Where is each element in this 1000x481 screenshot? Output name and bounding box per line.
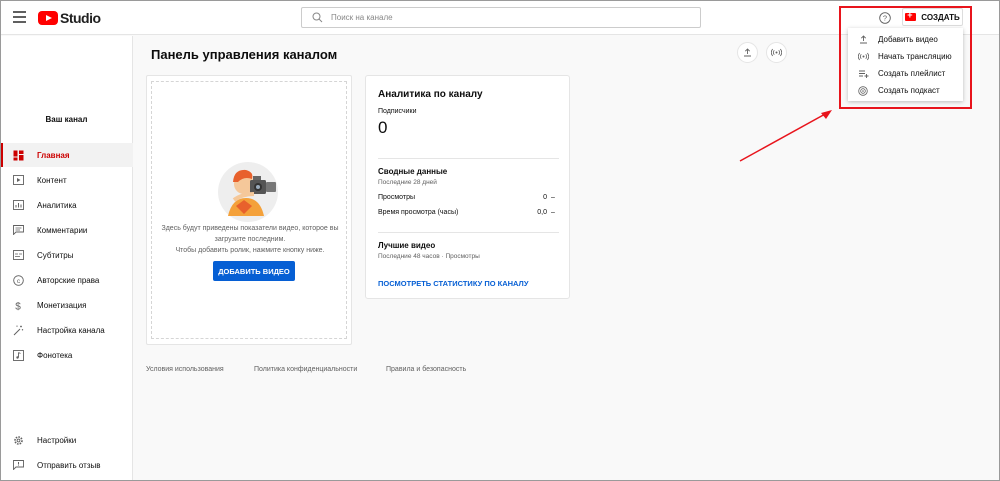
sidebar-item-label: Настройки (37, 435, 77, 445)
subtitles-icon (12, 249, 24, 261)
hamburger-menu-icon[interactable] (13, 11, 26, 23)
upload-card: Здесь будут приведены показатели видео, … (146, 75, 352, 345)
comments-icon (12, 224, 24, 236)
gear-icon (12, 434, 24, 446)
sidebar: Ваш канал Главная Контент Аналитика Комм… (0, 36, 133, 481)
sidebar-item-dashboard[interactable]: Главная (0, 143, 133, 167)
sidebar-item-label: Монетизация (37, 300, 87, 310)
top-videos-title: Лучшие видео (378, 241, 436, 250)
stat-trend: – (551, 194, 555, 201)
footer-terms-link[interactable]: Условия использования (146, 366, 224, 373)
sidebar-item-audio-library[interactable]: Фонотека (0, 343, 133, 367)
dollar-icon: $ (12, 299, 24, 311)
annotation-arrow (739, 110, 832, 162)
view-channel-analytics-link[interactable]: ПОСМОТРЕТЬ СТАТИСТИКУ ПО КАНАЛУ (378, 279, 529, 288)
audio-library-icon (12, 349, 24, 361)
add-video-button[interactable]: ДОБАВИТЬ ВИДЕО (213, 261, 295, 281)
channel-label: Ваш канал (45, 115, 88, 124)
youtube-play-icon (38, 10, 58, 25)
upload-hint-line: Здесь будут приведены показатели видео, … (161, 225, 339, 232)
divider (378, 232, 559, 233)
sidebar-item-label: Аналитика (37, 200, 77, 210)
stat-label: Время просмотра (часы) (378, 209, 459, 216)
sidebar-item-monetization[interactable]: $ Монетизация (0, 293, 133, 317)
sidebar-item-content[interactable]: Контент (0, 168, 133, 192)
upload-hint-text: Здесь будут приведены показатели видео, … (160, 223, 340, 256)
copyright-icon: c (12, 274, 24, 286)
upload-dropzone[interactable]: Здесь будут приведены показатели видео, … (151, 81, 347, 339)
footer-policy-link[interactable]: Правила и безопасность (386, 366, 466, 373)
stat-row-watch-time: Время просмотра (часы) 0,0 – (378, 209, 559, 216)
sidebar-item-label: Субтитры (37, 250, 74, 260)
sidebar-item-settings[interactable]: Настройки (0, 428, 133, 452)
search-input[interactable] (331, 13, 691, 22)
sidebar-item-label: Авторские права (37, 275, 100, 285)
upload-hint-line: Чтобы добавить ролик, нажмите кнопку ниж… (175, 247, 325, 254)
footer-privacy-link[interactable]: Политика конфиденциальности (254, 366, 357, 373)
sidebar-item-label: Главная (37, 150, 70, 160)
summary-title: Сводные данные (378, 167, 448, 176)
analytics-icon (12, 199, 24, 211)
svg-text:$: $ (15, 301, 21, 311)
analytics-title: Аналитика по каналу (378, 89, 483, 100)
upload-video-button[interactable] (737, 42, 758, 63)
sidebar-item-comments[interactable]: Комментарии (0, 218, 133, 242)
magic-wand-icon (12, 324, 24, 336)
search-icon (312, 12, 323, 23)
content-icon (12, 174, 24, 186)
stat-value: 0,0 (537, 209, 547, 216)
page-title: Панель управления каналом (151, 47, 338, 62)
broadcast-icon (771, 48, 782, 57)
upload-hint-line: загрузите последним. (214, 236, 286, 243)
sidebar-item-label: Отправить отзыв (37, 460, 101, 470)
summary-period: Последние 28 дней (378, 179, 437, 186)
subscribers-value: 0 (378, 118, 388, 137)
camera-person-illustration (218, 162, 278, 222)
feedback-icon (12, 459, 24, 471)
stat-trend: – (551, 209, 555, 216)
sidebar-item-feedback[interactable]: Отправить отзыв (0, 453, 133, 477)
go-live-button[interactable] (766, 42, 787, 63)
upload-icon (744, 48, 751, 57)
subscribers-label: Подписчики (378, 108, 417, 115)
sidebar-item-subtitles[interactable]: Субтитры (0, 243, 133, 267)
search-box[interactable] (301, 7, 701, 28)
stat-row-views: Просмотры 0 – (378, 194, 559, 201)
logo-text: Studio (60, 9, 101, 26)
top-videos-period: Последние 48 часов · Просмотры (378, 253, 480, 260)
stat-value: 0 (543, 194, 547, 201)
youtube-studio-logo[interactable]: Studio (38, 9, 101, 26)
divider (378, 158, 559, 159)
sidebar-item-label: Настройка канала (37, 325, 105, 335)
svg-text:c: c (16, 278, 20, 285)
annotation-highlight-box (839, 6, 972, 109)
sidebar-item-customization[interactable]: Настройка канала (0, 318, 133, 342)
sidebar-item-copyright[interactable]: c Авторские права (0, 268, 133, 292)
dashboard-icon (12, 149, 24, 161)
sidebar-item-analytics[interactable]: Аналитика (0, 193, 133, 217)
sidebar-item-label: Фонотека (37, 350, 73, 360)
sidebar-item-label: Контент (37, 175, 67, 185)
sidebar-item-label: Комментарии (37, 225, 88, 235)
stat-label: Просмотры (378, 194, 415, 201)
channel-analytics-card: Аналитика по каналу Подписчики 0 Сводные… (365, 75, 570, 299)
